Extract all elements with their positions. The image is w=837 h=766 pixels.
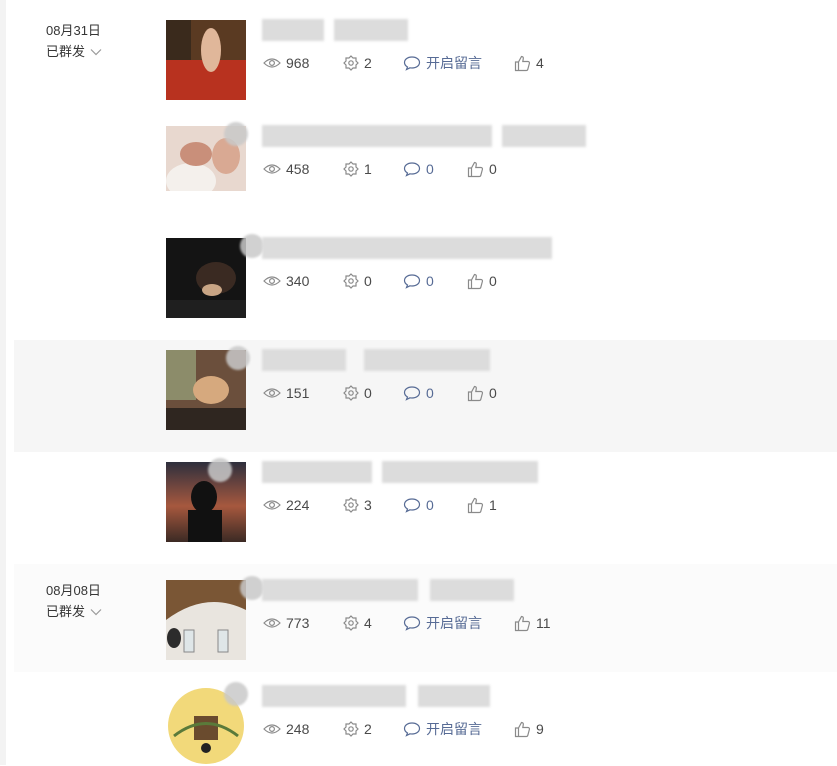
article-row[interactable]: 151 0 0 0 bbox=[14, 340, 837, 452]
like-count: 0 bbox=[467, 160, 497, 178]
send-status-dropdown[interactable]: 已群发 bbox=[46, 601, 102, 622]
share-count: 2 bbox=[343, 720, 372, 738]
comment-icon bbox=[403, 722, 421, 737]
article-row[interactable]: 340 0 0 0 bbox=[14, 234, 837, 348]
view-count: 151 bbox=[263, 384, 309, 402]
share-icon bbox=[343, 273, 359, 289]
eye-icon bbox=[263, 164, 281, 174]
eye-icon bbox=[263, 618, 281, 628]
send-status-dropdown[interactable]: 已群发 bbox=[46, 41, 102, 62]
view-count: 968 bbox=[263, 54, 309, 72]
eye-icon bbox=[263, 58, 281, 68]
article-thumbnail[interactable] bbox=[166, 20, 246, 100]
like-count: 1 bbox=[467, 496, 497, 514]
like-count: 0 bbox=[467, 272, 497, 290]
comment-link[interactable]: 0 bbox=[403, 384, 434, 402]
comment-link[interactable]: 开启留言 bbox=[403, 720, 482, 738]
eye-icon bbox=[263, 724, 281, 734]
avatar-icon bbox=[240, 576, 264, 600]
article-row[interactable]: 458 1 0 0 bbox=[14, 122, 837, 236]
thumb-up-icon bbox=[467, 497, 484, 513]
article-row[interactable]: 08月31日 已群发 968 2 开启留言 4 bbox=[14, 19, 837, 130]
comment-icon bbox=[403, 616, 421, 631]
share-icon bbox=[343, 615, 359, 631]
chevron-down-icon bbox=[90, 608, 102, 615]
thumb-up-icon bbox=[514, 615, 531, 631]
send-status-label: 已群发 bbox=[46, 44, 86, 59]
share-count: 4 bbox=[343, 614, 372, 632]
eye-icon bbox=[263, 500, 281, 510]
send-date: 08月08日 bbox=[46, 583, 101, 598]
share-count: 0 bbox=[343, 384, 372, 402]
send-date: 08月31日 bbox=[46, 23, 101, 38]
article-row[interactable]: 08月08日 已群发 773 4 开启留言 11 bbox=[14, 564, 837, 672]
comment-link[interactable]: 0 bbox=[403, 272, 434, 290]
share-count: 3 bbox=[343, 496, 372, 514]
share-icon bbox=[343, 497, 359, 513]
article-thumbnail[interactable] bbox=[166, 238, 246, 318]
share-icon bbox=[343, 161, 359, 177]
comment-icon bbox=[403, 162, 421, 177]
share-count: 2 bbox=[343, 54, 372, 72]
comment-icon bbox=[403, 386, 421, 401]
article-row[interactable]: 248 2 开启留言 9 bbox=[14, 682, 837, 766]
view-count: 248 bbox=[263, 720, 309, 738]
comment-icon bbox=[403, 56, 421, 71]
thumb-up-icon bbox=[467, 273, 484, 289]
avatar-icon bbox=[208, 458, 232, 482]
like-count: 0 bbox=[467, 384, 497, 402]
thumb-up-icon bbox=[514, 55, 531, 71]
thumb-up-icon bbox=[467, 385, 484, 401]
like-count: 9 bbox=[514, 720, 544, 738]
view-count: 773 bbox=[263, 614, 309, 632]
thumb-up-icon bbox=[514, 721, 531, 737]
comment-link[interactable]: 开启留言 bbox=[403, 54, 482, 72]
eye-icon bbox=[263, 276, 281, 286]
avatar-icon bbox=[224, 682, 248, 706]
comment-icon bbox=[403, 274, 421, 289]
share-icon bbox=[343, 385, 359, 401]
like-count: 4 bbox=[514, 54, 544, 72]
comment-icon bbox=[403, 498, 421, 513]
left-border bbox=[0, 0, 6, 765]
comment-link[interactable]: 0 bbox=[403, 496, 434, 514]
date-block: 08月31日 已群发 bbox=[46, 20, 102, 62]
article-thumbnail[interactable] bbox=[166, 580, 246, 660]
view-count: 340 bbox=[263, 272, 309, 290]
avatar-icon bbox=[226, 346, 250, 370]
eye-icon bbox=[263, 388, 281, 398]
view-count: 224 bbox=[263, 496, 309, 514]
chevron-down-icon bbox=[90, 48, 102, 55]
avatar-icon bbox=[240, 234, 264, 258]
share-icon bbox=[343, 721, 359, 737]
article-thumbnail[interactable] bbox=[166, 462, 246, 542]
comment-link[interactable]: 0 bbox=[403, 160, 434, 178]
share-count: 0 bbox=[343, 272, 372, 290]
view-count: 458 bbox=[263, 160, 309, 178]
date-block: 08月08日 已群发 bbox=[46, 580, 102, 622]
comment-link[interactable]: 开启留言 bbox=[403, 614, 482, 632]
like-count: 11 bbox=[514, 614, 551, 632]
share-count: 1 bbox=[343, 160, 372, 178]
thumb-up-icon bbox=[467, 161, 484, 177]
share-icon bbox=[343, 55, 359, 71]
article-row[interactable]: 224 3 0 1 bbox=[14, 458, 837, 572]
avatar-icon bbox=[224, 122, 248, 146]
send-status-label: 已群发 bbox=[46, 604, 86, 619]
